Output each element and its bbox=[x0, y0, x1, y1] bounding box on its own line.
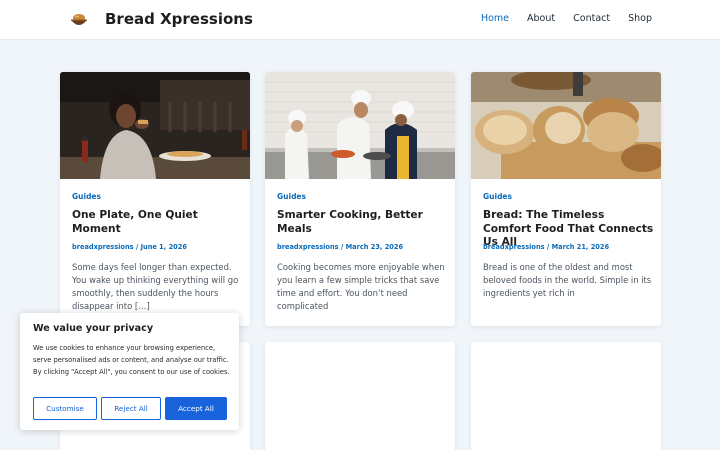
meta-separator: / bbox=[133, 243, 141, 251]
meta-separator: / bbox=[338, 243, 346, 251]
post-image-woman-eating[interactable] bbox=[60, 72, 250, 179]
cookie-consent-banner: We value your privacy We use cookies to … bbox=[20, 313, 239, 430]
post-card-placeholder bbox=[471, 342, 661, 450]
post-excerpt: Cooking becomes more enjoyable when you … bbox=[277, 262, 445, 311]
cookie-banner-text: We use cookies to enhance your browsing … bbox=[33, 344, 230, 376]
post-title[interactable]: Smarter Cooking, Better Meals bbox=[277, 209, 449, 236]
nav-item-home[interactable]: Home bbox=[481, 13, 509, 24]
post-excerpt: Some days feel longer than expected. You… bbox=[72, 262, 239, 311]
post-card: Guides Smarter Cooking, Better Meals bre… bbox=[265, 72, 455, 326]
post-card-placeholder bbox=[265, 342, 455, 450]
nav-item-contact[interactable]: Contact bbox=[573, 13, 610, 24]
nav-item-shop[interactable]: Shop bbox=[628, 13, 652, 24]
post-image-chefs-cooking[interactable] bbox=[265, 72, 455, 179]
post-card: Guides One Plate, One Quiet Moment bread… bbox=[60, 72, 250, 326]
post-card: Guides Bread: The Timeless Comfort Food … bbox=[471, 72, 661, 326]
bread-bowl-icon[interactable] bbox=[68, 8, 90, 30]
post-image-bread-loaves[interactable] bbox=[471, 72, 661, 179]
post-category[interactable]: Guides bbox=[72, 192, 101, 201]
meta-separator: / bbox=[544, 243, 552, 251]
post-meta: breadxpressions / March 23, 2026 bbox=[277, 243, 403, 251]
post-meta: breadxpressions / June 1, 2026 bbox=[72, 243, 187, 251]
post-author[interactable]: breadxpressions bbox=[277, 243, 339, 251]
post-category[interactable]: Guides bbox=[277, 192, 306, 201]
post-date[interactable]: March 21, 2026 bbox=[552, 243, 610, 251]
main-nav: Home About Contact Shop bbox=[481, 13, 652, 24]
nav-item-about[interactable]: About bbox=[527, 13, 555, 24]
cookie-banner-title: We value your privacy bbox=[33, 323, 154, 334]
post-date[interactable]: June 1, 2026 bbox=[141, 243, 187, 251]
post-title[interactable]: One Plate, One Quiet Moment bbox=[72, 209, 244, 236]
site-header: Bread Xpressions Home About Contact Shop bbox=[0, 0, 720, 40]
accept-all-button[interactable]: Accept All bbox=[165, 397, 227, 420]
post-author[interactable]: breadxpressions bbox=[72, 243, 134, 251]
post-category[interactable]: Guides bbox=[483, 192, 512, 201]
post-excerpt: Bread is one of the oldest and most belo… bbox=[483, 262, 652, 298]
reject-all-button[interactable]: Reject All bbox=[101, 397, 161, 420]
customise-button[interactable]: Customise bbox=[33, 397, 97, 420]
site-title[interactable]: Bread Xpressions bbox=[105, 10, 253, 28]
post-meta: breadxpressions / March 21, 2026 bbox=[483, 243, 609, 251]
post-author[interactable]: breadxpressions bbox=[483, 243, 545, 251]
post-date[interactable]: March 23, 2026 bbox=[346, 243, 404, 251]
